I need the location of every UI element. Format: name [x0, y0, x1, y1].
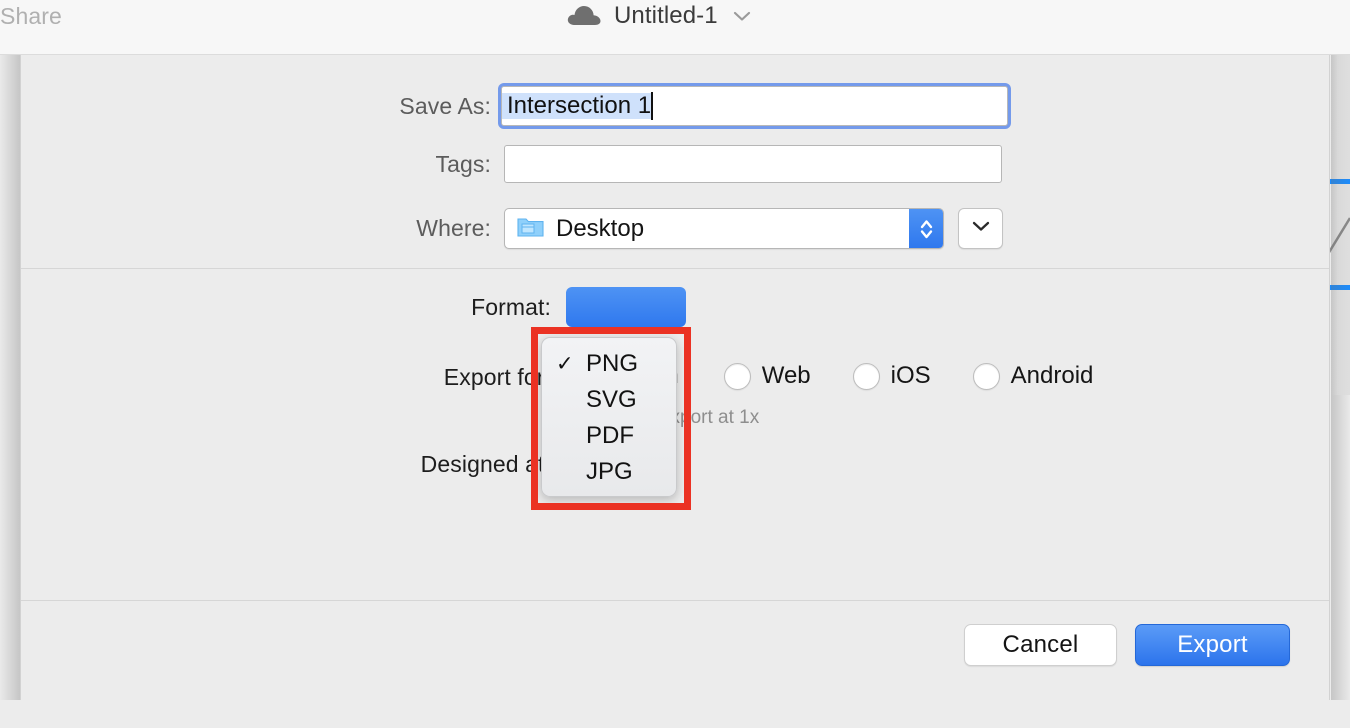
- radio-label: iOS: [890, 362, 931, 389]
- save-as-row: Save As:: [201, 86, 491, 126]
- cancel-button[interactable]: Cancel: [964, 624, 1117, 666]
- designed-at-row: Designed at:: [201, 445, 551, 483]
- where-select[interactable]: Desktop: [504, 208, 944, 249]
- export-save-dialog: Save As: Intersection 1 Tags: Where: Des…: [20, 55, 1330, 700]
- export-for-label: Export for:: [443, 363, 551, 390]
- cloud-icon: [565, 4, 603, 28]
- radio-web[interactable]: Web: [723, 362, 811, 390]
- save-as-label: Save As:: [399, 92, 491, 119]
- where-label: Where:: [416, 215, 491, 241]
- share-button[interactable]: Share: [0, 3, 62, 30]
- where-stepper-icon[interactable]: [909, 209, 943, 248]
- format-dropdown-menu: ✓ PNG SVG PDF JPG: [541, 337, 677, 497]
- section-divider-top: [21, 268, 1329, 269]
- tags-input[interactable]: [504, 145, 1002, 183]
- radio-circle-icon: [972, 362, 1000, 390]
- save-as-input[interactable]: Intersection 1: [501, 86, 1008, 126]
- designed-at-label: Designed at:: [420, 450, 551, 477]
- chevron-down-icon: [970, 219, 992, 238]
- format-select[interactable]: [566, 287, 686, 327]
- section-divider-bottom: [21, 600, 1329, 601]
- export-for-row: Export for:: [201, 362, 551, 392]
- export-button[interactable]: Export: [1135, 624, 1290, 666]
- document-title: Untitled-1: [614, 2, 718, 29]
- chevron-down-icon[interactable]: [729, 9, 752, 23]
- sheet-shadow-left: [0, 55, 20, 700]
- screen: Share Untitled-1 Save As: Intersection 1: [0, 0, 1350, 728]
- folder-icon: [517, 215, 544, 243]
- sheet-shadow-right: [1331, 55, 1350, 700]
- radio-circle-icon: [852, 362, 880, 390]
- menu-item-png[interactable]: ✓ PNG: [542, 346, 676, 382]
- save-as-value: Intersection 1: [502, 93, 652, 119]
- radio-label: Web: [761, 362, 811, 389]
- menu-item-label: SVG: [586, 386, 637, 413]
- menu-item-label: PDF: [586, 422, 634, 449]
- text-caret: [651, 92, 654, 120]
- menu-item-svg[interactable]: SVG: [542, 382, 676, 418]
- document-title-group[interactable]: Untitled-1: [565, 2, 752, 30]
- format-row: Format:: [201, 287, 551, 327]
- where-expand-button[interactable]: [958, 208, 1003, 249]
- radio-ios[interactable]: iOS: [852, 362, 931, 390]
- check-icon: ✓: [556, 352, 574, 376]
- tags-label: Tags:: [435, 150, 491, 177]
- app-toolbar: Share Untitled-1: [0, 0, 1350, 55]
- where-row: Where:: [201, 208, 491, 249]
- menu-item-label: JPG: [586, 458, 633, 485]
- radio-android[interactable]: Android: [972, 362, 1094, 390]
- tags-row: Tags:: [201, 145, 491, 183]
- menu-item-jpg[interactable]: JPG: [542, 454, 676, 490]
- menu-item-pdf[interactable]: PDF: [542, 418, 676, 454]
- menu-item-label: PNG: [586, 350, 639, 377]
- radio-circle-icon: [723, 362, 751, 390]
- format-label: Format:: [471, 293, 551, 320]
- radio-label: Android: [1010, 362, 1094, 389]
- where-value: Desktop: [556, 214, 645, 242]
